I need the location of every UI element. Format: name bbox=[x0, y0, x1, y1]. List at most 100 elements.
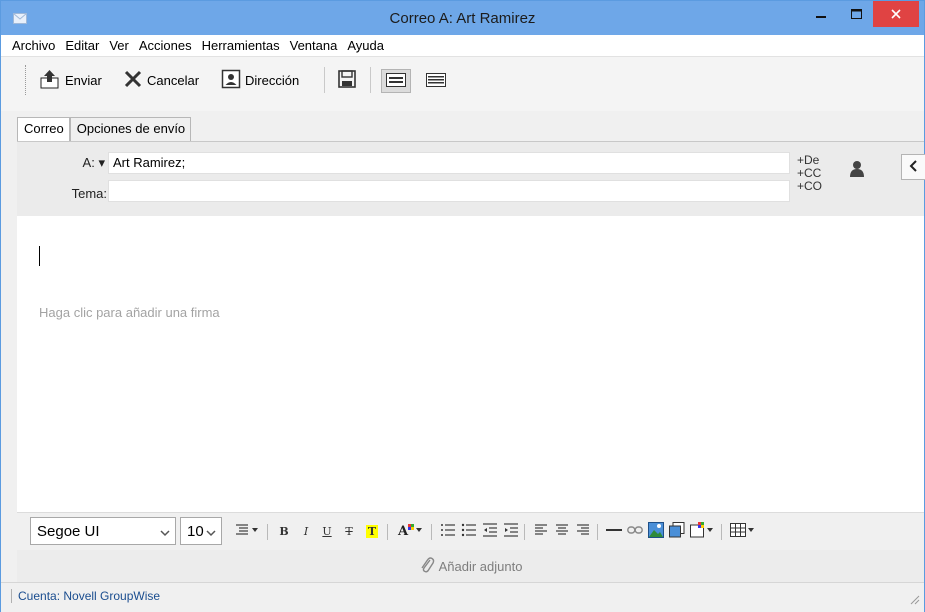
menu-ayuda[interactable]: Ayuda bbox=[342, 38, 389, 53]
font-color-button[interactable]: A bbox=[395, 522, 425, 540]
subject-label: Tema: bbox=[71, 186, 107, 201]
background-color-button[interactable] bbox=[689, 521, 717, 541]
title-bar[interactable]: Correo A: Art Ramirez bbox=[1, 1, 924, 35]
font-size-select[interactable]: 10 bbox=[180, 517, 222, 545]
decrease-indent-button[interactable] bbox=[481, 522, 499, 540]
format-separator bbox=[431, 524, 432, 540]
maximize-button[interactable] bbox=[841, 1, 871, 27]
format-separator bbox=[267, 524, 268, 540]
address-panel: A: ▾ Art Ramirez; Tema: +De +CC +CO bbox=[17, 141, 925, 216]
bulleted-list-icon bbox=[461, 523, 477, 540]
toolbar: Enviar Cancelar Dirección bbox=[1, 57, 924, 111]
numbered-list-button[interactable] bbox=[439, 522, 457, 540]
paragraph-style-button[interactable] bbox=[233, 522, 261, 540]
signature-placeholder[interactable]: Haga clic para añadir una firma bbox=[39, 305, 220, 320]
insert-image-icon bbox=[648, 521, 664, 541]
minimize-icon bbox=[816, 7, 826, 22]
align-left-icon bbox=[534, 523, 548, 540]
toolbar-separator bbox=[370, 67, 371, 93]
horizontal-line-button[interactable] bbox=[605, 522, 623, 540]
close-button[interactable] bbox=[873, 1, 919, 27]
menu-herramientas[interactable]: Herramientas bbox=[197, 38, 285, 53]
cancel-label: Cancelar bbox=[147, 72, 200, 88]
underline-icon: U bbox=[322, 524, 332, 538]
format-separator bbox=[597, 524, 598, 540]
paperclip-icon bbox=[419, 556, 435, 577]
plain-text-view-icon bbox=[426, 72, 446, 90]
font-color-icon: A bbox=[396, 522, 424, 541]
numbered-list-icon bbox=[440, 523, 456, 540]
strikethrough-button[interactable]: T bbox=[340, 522, 358, 540]
increase-indent-icon bbox=[503, 522, 519, 540]
minimize-button[interactable] bbox=[806, 1, 836, 27]
font-size-value: 10 bbox=[187, 522, 204, 540]
format-separator bbox=[721, 524, 722, 540]
increase-indent-button[interactable] bbox=[502, 522, 520, 540]
menu-editar[interactable]: Editar bbox=[60, 38, 104, 53]
resize-grip-icon[interactable] bbox=[910, 593, 920, 608]
html-view-icon bbox=[386, 72, 406, 90]
maximize-icon bbox=[850, 7, 862, 22]
dropdown-arrow-icon: ▾ bbox=[98, 155, 105, 170]
underline-button[interactable]: U bbox=[318, 522, 336, 540]
plain-text-view-button[interactable] bbox=[421, 69, 451, 93]
message-body[interactable]: Haga clic para añadir una firma bbox=[17, 216, 924, 512]
window-title: Correo A: Art Ramirez bbox=[389, 10, 536, 27]
tab-correo[interactable]: Correo bbox=[17, 117, 70, 141]
menu-ventana[interactable]: Ventana bbox=[285, 38, 343, 53]
paragraph-style-icon bbox=[234, 523, 260, 540]
save-icon bbox=[337, 69, 357, 92]
insert-object-icon bbox=[669, 521, 685, 541]
toolbar-grip[interactable] bbox=[25, 65, 28, 95]
insert-image-button[interactable] bbox=[647, 521, 665, 541]
highlight-button[interactable]: T bbox=[363, 522, 381, 540]
italic-icon: I bbox=[303, 524, 309, 538]
account-status: Cuenta: Novell GroupWise bbox=[11, 589, 160, 603]
menu-archivo[interactable]: Archivo bbox=[7, 38, 60, 53]
format-separator bbox=[524, 524, 525, 540]
menu-ver[interactable]: Ver bbox=[104, 38, 134, 53]
close-icon bbox=[891, 7, 901, 22]
send-icon bbox=[39, 68, 61, 93]
chevron-down-icon bbox=[160, 525, 170, 542]
collapse-panel-button[interactable] bbox=[901, 154, 925, 180]
subject-field[interactable] bbox=[108, 180, 790, 202]
menu-acciones[interactable]: Acciones bbox=[134, 38, 197, 53]
background-color-icon bbox=[690, 521, 716, 541]
align-center-icon bbox=[555, 523, 569, 540]
attachment-bar[interactable]: Añadir adjunto bbox=[17, 550, 924, 582]
add-attachment-label: Añadir adjunto bbox=[438, 558, 523, 574]
address-label: Dirección bbox=[245, 72, 300, 88]
html-view-button[interactable] bbox=[381, 69, 411, 93]
format-separator bbox=[387, 524, 388, 540]
chevron-down-icon bbox=[206, 525, 216, 542]
align-left-button[interactable] bbox=[532, 522, 550, 540]
font-family-select[interactable]: Segoe UI bbox=[30, 517, 176, 545]
to-field[interactable]: Art Ramirez; bbox=[108, 152, 790, 174]
align-center-button[interactable] bbox=[553, 522, 571, 540]
add-bcc-link[interactable]: +CO bbox=[797, 180, 822, 193]
insert-object-button[interactable] bbox=[668, 521, 686, 541]
status-bar: Cuenta: Novell GroupWise bbox=[1, 582, 924, 612]
tab-opciones-envio[interactable]: Opciones de envío bbox=[69, 117, 192, 141]
link-button[interactable] bbox=[626, 522, 644, 540]
address-book-icon bbox=[221, 69, 241, 92]
toolbar-separator bbox=[324, 67, 325, 93]
font-family-value: Segoe UI bbox=[37, 522, 100, 540]
table-icon bbox=[730, 522, 756, 540]
align-right-button[interactable] bbox=[574, 522, 592, 540]
save-button[interactable] bbox=[337, 65, 357, 95]
link-icon bbox=[627, 525, 643, 538]
contact-button[interactable] bbox=[849, 160, 865, 181]
to-selector[interactable]: A: ▾ bbox=[63, 155, 105, 171]
table-button[interactable] bbox=[729, 522, 757, 540]
compose-window: Correo A: Art Ramirez Archivo Editar Ver… bbox=[0, 0, 925, 612]
italic-button[interactable]: I bbox=[297, 522, 315, 540]
bulleted-list-button[interactable] bbox=[460, 522, 478, 540]
cancel-button[interactable]: Cancelar bbox=[123, 65, 199, 95]
send-button[interactable]: Enviar bbox=[39, 65, 102, 95]
person-icon bbox=[849, 161, 865, 181]
compose-tabs: Correo Opciones de envío bbox=[17, 117, 192, 141]
bold-button[interactable]: B bbox=[275, 522, 293, 540]
address-button[interactable]: Dirección bbox=[221, 65, 299, 95]
